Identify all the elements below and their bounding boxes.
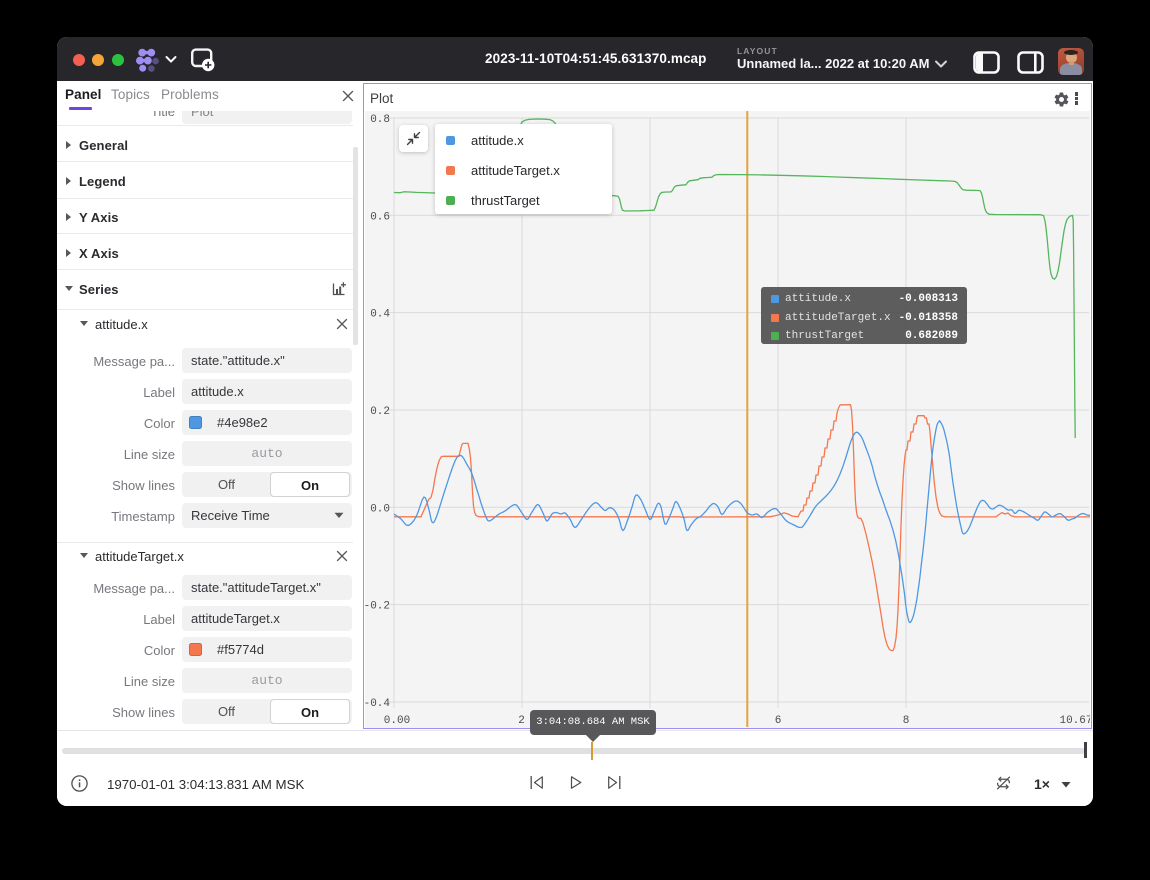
svg-text:10.67: 10.67 <box>1059 715 1090 727</box>
svg-text:0.00: 0.00 <box>384 715 410 727</box>
svg-text:0.8: 0.8 <box>370 114 390 126</box>
svg-text:-0.4: -0.4 <box>365 698 390 710</box>
svg-text:0.0: 0.0 <box>370 503 390 515</box>
svg-text:0.4: 0.4 <box>370 309 390 321</box>
svg-text:8: 8 <box>903 715 910 727</box>
svg-text:0.2: 0.2 <box>370 406 390 418</box>
svg-text:2: 2 <box>518 715 525 727</box>
svg-text:0.6: 0.6 <box>370 211 390 223</box>
svg-text:-0.2: -0.2 <box>365 601 390 613</box>
svg-text:6: 6 <box>775 715 782 727</box>
